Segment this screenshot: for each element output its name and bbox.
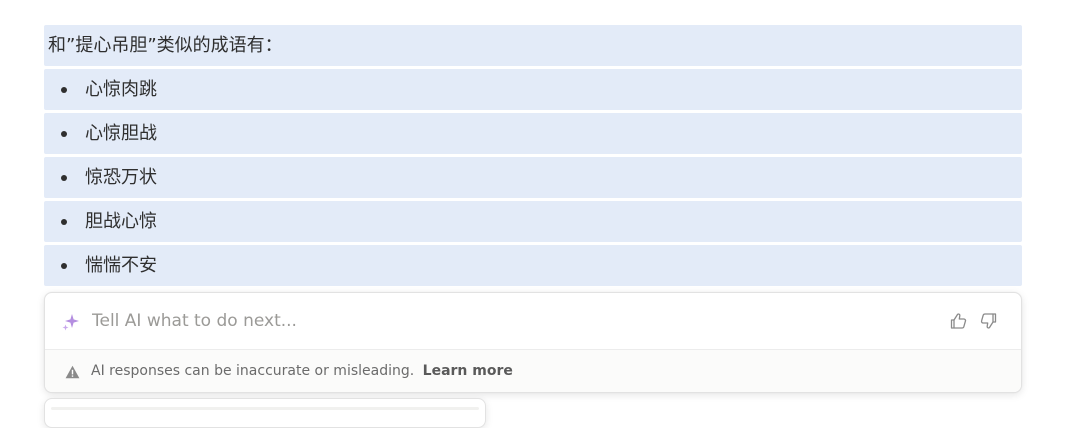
- disclaimer: AI responses can be inaccurate or mislea…: [91, 363, 513, 379]
- bullet-icon: [61, 86, 67, 93]
- list-item[interactable]: 心惊肉跳: [44, 69, 1022, 110]
- bullet-icon: [61, 174, 67, 181]
- list-item-label: 惊恐万状: [85, 166, 157, 188]
- ai-disclaimer-footer: AI responses can be inaccurate or mislea…: [45, 349, 1021, 392]
- ai-prompt-input[interactable]: [92, 309, 892, 333]
- sparkle-icon: [62, 314, 79, 331]
- ai-response-content: 和”提心吊胆”类似的成语有： 心惊肉跳 心惊胆战 惊恐万状 胆战心惊 惴惴不安: [44, 25, 1022, 289]
- response-heading-block[interactable]: 和”提心吊胆”类似的成语有：: [44, 25, 1022, 66]
- thumbs-down-icon[interactable]: [979, 311, 999, 331]
- disclaimer-text: AI responses can be inaccurate or mislea…: [91, 363, 415, 379]
- list-item[interactable]: 胆战心惊: [44, 201, 1022, 242]
- bullet-icon: [61, 218, 67, 225]
- warning-icon: [65, 365, 80, 379]
- list-item-label: 惴惴不安: [85, 254, 157, 276]
- learn-more-link[interactable]: Learn more: [423, 363, 513, 379]
- ai-prompt-panel: AI responses can be inaccurate or mislea…: [44, 292, 1022, 393]
- list-item-label: 胆战心惊: [85, 210, 157, 232]
- ai-input-row: [45, 293, 1021, 349]
- bullet-icon: [61, 130, 67, 137]
- secondary-menu-panel: [44, 398, 486, 428]
- list-item-label: 心惊胆战: [85, 122, 157, 144]
- list-item[interactable]: 惴惴不安: [44, 245, 1022, 286]
- response-heading: 和”提心吊胆”类似的成语有：: [48, 34, 283, 56]
- list-item[interactable]: 惊恐万状: [44, 157, 1022, 198]
- list-item[interactable]: 心惊胆战: [44, 113, 1022, 154]
- list-item-label: 心惊肉跳: [85, 78, 157, 100]
- thumbs-up-icon[interactable]: [948, 311, 968, 331]
- bullet-icon: [61, 262, 67, 269]
